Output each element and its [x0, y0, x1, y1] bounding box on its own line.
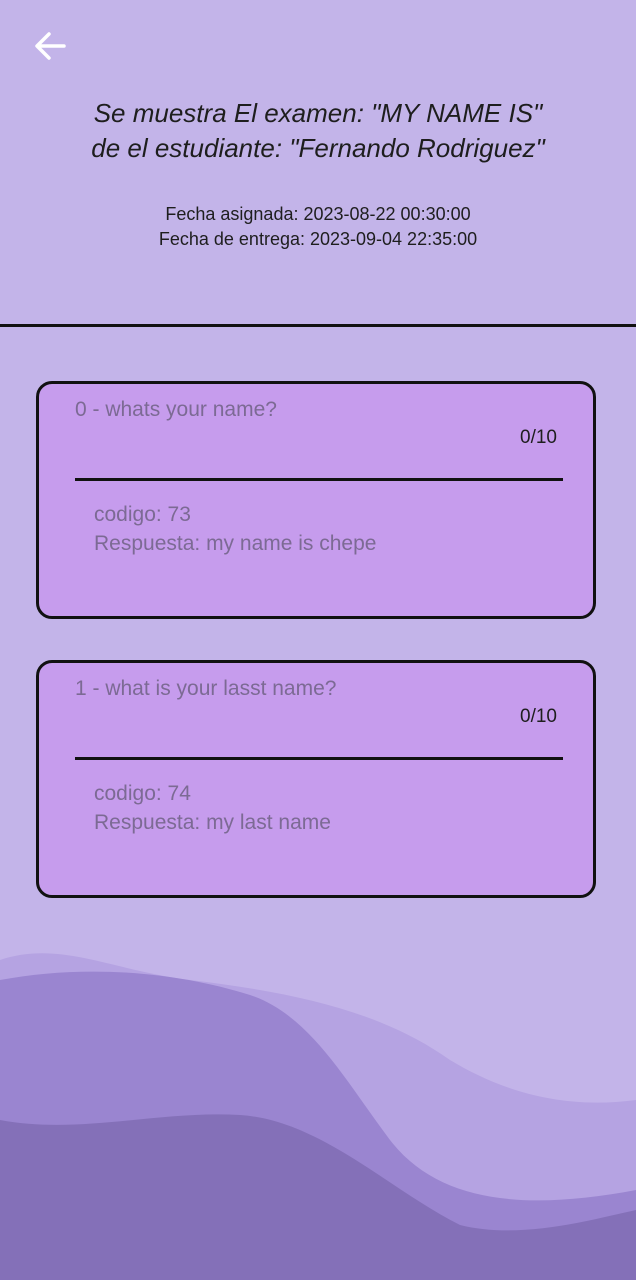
- page-title-line-2: de el estudiante: "Fernando Rodriguez": [91, 133, 545, 163]
- arrow-left-icon: [35, 32, 66, 60]
- question-score: 0/10: [520, 706, 557, 727]
- question-score: 0/10: [520, 427, 557, 448]
- page-title: Se muestra El examen: "MY NAME IS" de el…: [0, 96, 636, 166]
- due-date: Fecha de entrega: 2023-09-04 22:35:00: [158, 229, 478, 249]
- back-button[interactable]: [28, 26, 72, 66]
- answer-code: codigo: 74: [94, 782, 191, 805]
- header-divider: [0, 324, 636, 327]
- assigned-date: Fecha asignada: 2023-08-22 00:30:00: [165, 204, 471, 224]
- card-divider: [75, 478, 563, 481]
- card-divider: [75, 757, 563, 760]
- question-text: 0 - whats your name?: [75, 398, 277, 421]
- answer-code: codigo: 73: [94, 503, 191, 526]
- dates-block: Fecha asignada: 2023-08-22 00:30:00 Fech…: [0, 202, 636, 252]
- answer-text: Respuesta: my last name: [94, 811, 331, 834]
- question-card[interactable]: 0 - whats your name? 0/10 codigo: 73 Res…: [36, 381, 596, 619]
- question-text: 1 - what is your lasst name?: [75, 677, 337, 700]
- page-title-line-1: Se muestra El examen: "MY NAME IS": [93, 98, 543, 128]
- question-card[interactable]: 1 - what is your lasst name? 0/10 codigo…: [36, 660, 596, 898]
- answer-text: Respuesta: my name is chepe: [94, 532, 377, 555]
- background-waves: [0, 953, 636, 1280]
